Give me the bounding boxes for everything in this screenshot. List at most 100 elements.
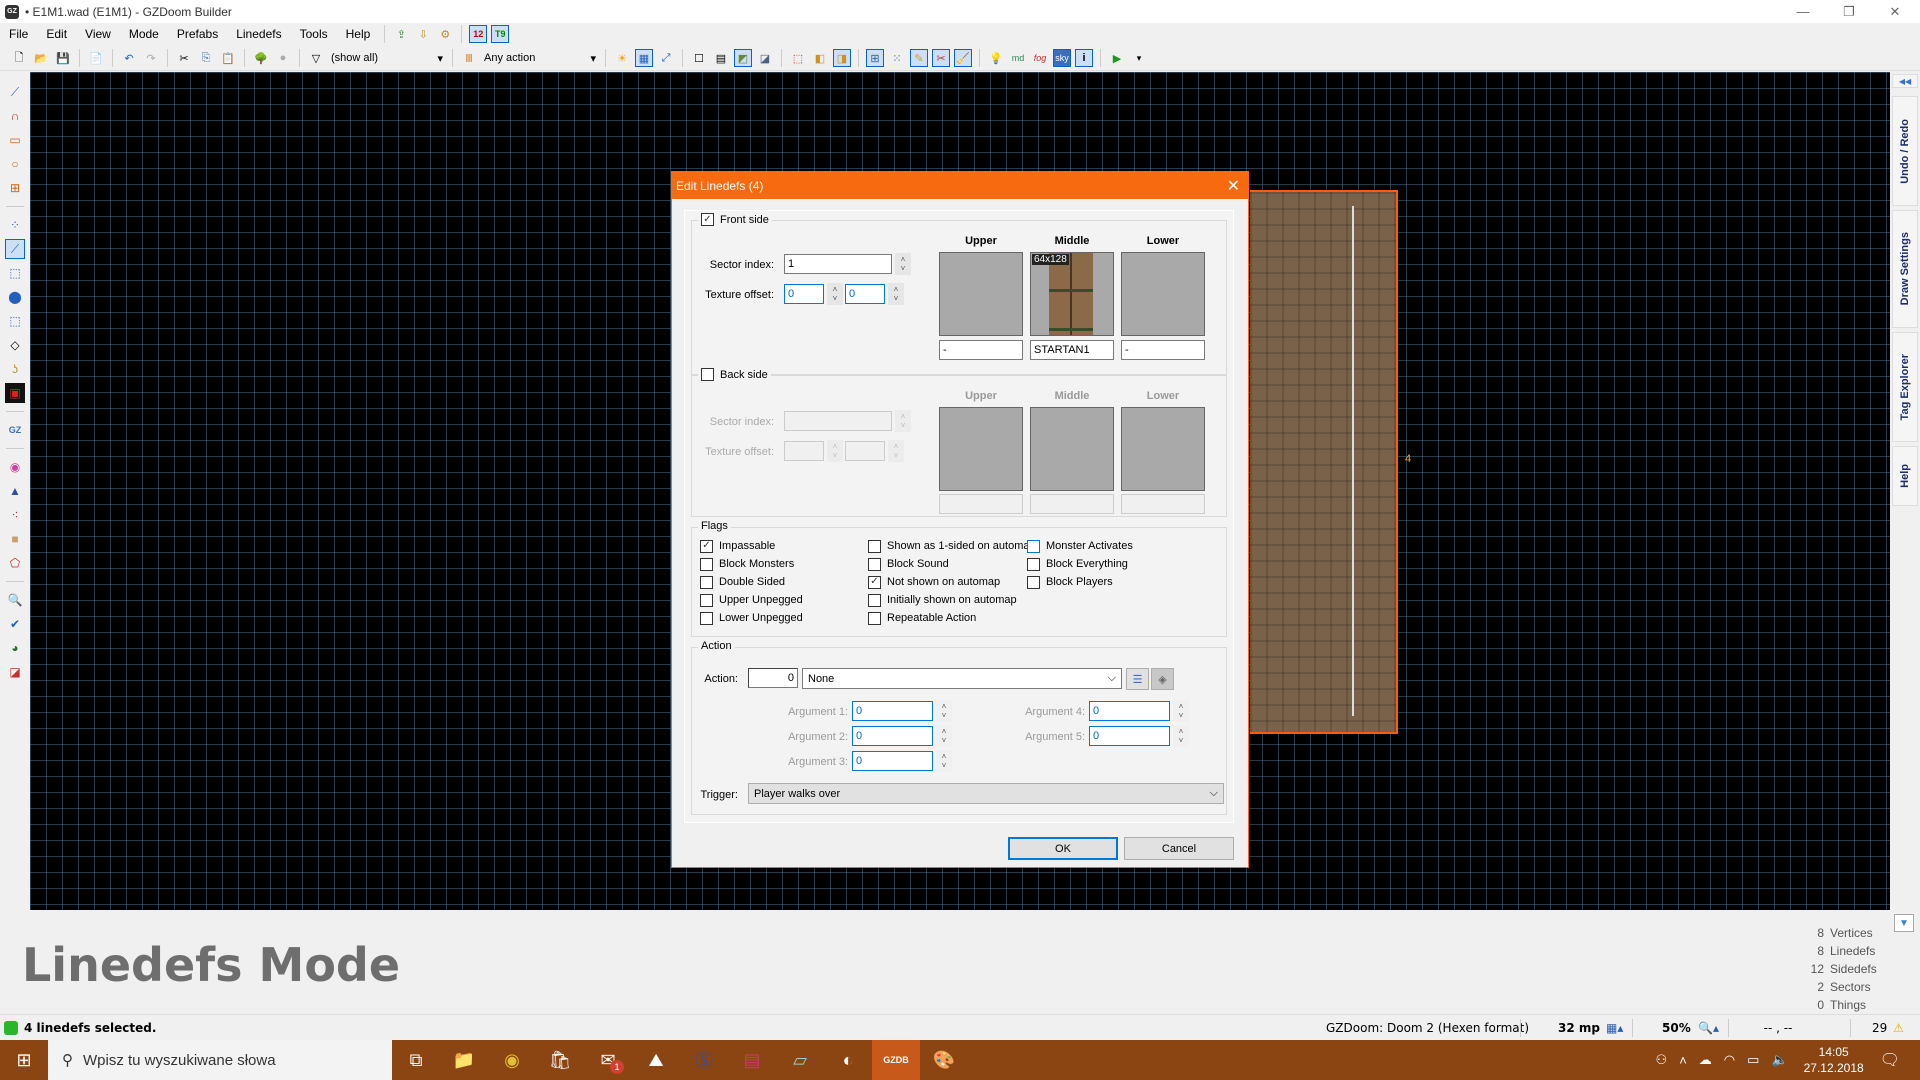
performance-icon[interactable]: ◕ [5, 638, 25, 658]
insert-prefab-icon[interactable]: ⇪ [392, 25, 410, 43]
models-icon[interactable]: md [1009, 49, 1027, 67]
front-offset-x-input[interactable] [784, 284, 824, 304]
sound-environment-icon[interactable]: ◇ [5, 335, 25, 355]
front-lower-texture-name[interactable] [1121, 340, 1205, 360]
trigger-select[interactable]: Player walks over ⌵ [748, 783, 1224, 804]
flag-monster-activates[interactable]: Monster Activates [1027, 538, 1133, 554]
grid-size[interactable]: 32 mp [1558, 1019, 1600, 1037]
merge-geometry-icon[interactable]: ◧ [811, 49, 829, 67]
front-offset-x-spinner[interactable]: ˄ ˅ [827, 283, 843, 305]
color-picker-icon[interactable]: ◉ [5, 457, 25, 477]
flag-checkbox[interactable] [1027, 539, 1040, 553]
front-lower-texture[interactable] [1121, 252, 1205, 336]
brightness-icon[interactable]: ☀ [613, 49, 631, 67]
task-view-icon[interactable]: ⧉ [392, 1040, 440, 1080]
flag-checkbox[interactable] [1027, 575, 1040, 589]
sound-propagation-icon[interactable]: ✎ [910, 49, 928, 67]
mail-icon[interactable]: ✉ 1 [584, 1040, 632, 1080]
thing-tag-icon[interactable]: T9 [491, 25, 510, 43]
redo-icon[interactable]: ↷ [142, 49, 160, 67]
dialog-close-icon[interactable]: ✕ [1227, 176, 1240, 196]
front-sector-index-spinner[interactable]: ˄ ˅ [895, 253, 911, 275]
paste-icon[interactable]: 📋 [219, 49, 237, 67]
front-side-toggle[interactable]: ✓ Front side [698, 213, 772, 226]
tab-help[interactable]: Help [1892, 446, 1918, 506]
flag-checkbox[interactable] [868, 593, 881, 607]
close-window-button[interactable]: ✕ [1872, 0, 1918, 23]
flag-checkbox[interactable] [700, 611, 713, 625]
argument-5-input[interactable] [1089, 726, 1170, 746]
flag-impassable[interactable]: ✓ Impassable [700, 538, 775, 554]
argument-2-spinner[interactable]: ˄ ˅ [936, 725, 952, 747]
front-upper-texture[interactable] [939, 252, 1023, 336]
sound-propagation-mode-icon[interactable]: ʖ [5, 359, 25, 379]
sector-square-icon[interactable]: ■ [5, 529, 25, 549]
front-offset-y-input[interactable] [845, 284, 885, 304]
menu-view[interactable]: View [76, 23, 120, 45]
flag-block-monsters[interactable]: Block Monsters [700, 556, 794, 572]
make-sectors-icon[interactable]: ⬚ [5, 311, 25, 331]
argument-4-spinner[interactable]: ˄ ˅ [1173, 700, 1189, 722]
draw-grid-icon[interactable]: ⊞ [5, 178, 25, 198]
flag-repeatable-action[interactable]: Repeatable Action [868, 610, 976, 626]
argument-2-input[interactable] [852, 726, 933, 746]
front-middle-texture[interactable]: 64x128 [1030, 252, 1114, 336]
action-number-input[interactable] [748, 668, 798, 688]
chevron-down-icon[interactable]: ▾ [1130, 49, 1148, 67]
select-icon[interactable]: ⬚ [789, 49, 807, 67]
fog-icon[interactable]: fog [1031, 49, 1049, 67]
argument-1-spinner[interactable]: ˄ ˅ [936, 700, 952, 722]
flag-lower-unpegged[interactable]: Lower Unpegged [700, 610, 803, 626]
flag-checkbox[interactable] [700, 575, 713, 589]
action-center-icon[interactable]: 🗨 [1880, 1050, 1900, 1070]
grid-layout-icon[interactable]: ⁙ [888, 49, 906, 67]
menu-mode[interactable]: Mode [120, 23, 168, 45]
flag-not-shown-on-automap[interactable]: ✓ Not shown on automap [868, 574, 1000, 590]
argument-3-input[interactable] [852, 751, 933, 771]
tab-draw-settings[interactable]: Draw Settings [1892, 210, 1918, 328]
open-map-icon[interactable]: 📂 [32, 49, 50, 67]
dialog-title-bar[interactable]: Edit Linedefs (4) ✕ [672, 172, 1248, 199]
menu-edit[interactable]: Edit [37, 23, 76, 45]
minimize-button[interactable]: — [1780, 0, 1826, 23]
menu-tools[interactable]: Tools [291, 23, 337, 45]
draw-rectangle-icon[interactable]: ▭ [5, 130, 25, 150]
people-icon[interactable]: ⚇ [1656, 1052, 1668, 1068]
things-filter-icon[interactable]: 🌳 [252, 49, 270, 67]
flag-upper-unpegged[interactable]: Upper Unpegged [700, 592, 803, 608]
map-options-icon[interactable]: 📄 [87, 49, 105, 67]
insert-previous-prefab-icon[interactable]: ⇩ [414, 25, 432, 43]
view-normal-icon[interactable]: ☐ [690, 49, 708, 67]
view-brightness-icon[interactable]: ▤ [712, 49, 730, 67]
dynamic-lights-icon[interactable]: 💡 [987, 49, 1005, 67]
snap-icon[interactable]: ⤢ [657, 49, 675, 67]
cancel-button[interactable]: Cancel [1124, 837, 1234, 860]
front-side-checkbox[interactable]: ✓ [701, 213, 714, 226]
warnings-count[interactable]: 29 [1872, 1019, 1887, 1037]
draw-ellipse-icon[interactable]: ○ [5, 154, 25, 174]
slade-icon[interactable]: Ⓢ [680, 1040, 728, 1080]
event-lines-icon[interactable]: i [1075, 49, 1093, 67]
onedrive-icon[interactable]: ☁ [1699, 1052, 1712, 1068]
draw-lines-icon[interactable]: ⟋ [5, 82, 25, 102]
battery-icon[interactable]: ▭ [1747, 1052, 1759, 1068]
flag-checkbox[interactable] [868, 611, 881, 625]
flag-checkbox[interactable] [700, 557, 713, 571]
linedefs-mode-icon[interactable]: ⟋ [5, 239, 25, 259]
flag-shown-as-1-sided-on-automap[interactable]: Shown as 1-sided on automap [868, 538, 1036, 554]
action-select[interactable]: None ⌵ [802, 668, 1122, 689]
volume-icon[interactable]: 🔈 [1771, 1052, 1787, 1068]
front-middle-texture-name[interactable] [1030, 340, 1114, 360]
action-help-button[interactable]: ◈ [1151, 668, 1174, 690]
menu-linedefs[interactable]: Linedefs [227, 23, 290, 45]
front-upper-texture-name[interactable] [939, 340, 1023, 360]
draw-curve-icon[interactable]: ∩ [5, 106, 25, 126]
flag-checkbox[interactable] [868, 557, 881, 571]
3d-floor-mode-icon[interactable]: ▣ [5, 383, 25, 403]
menu-help[interactable]: Help [337, 23, 380, 45]
terrain-icon[interactable]: ▲ [5, 481, 25, 501]
linedef[interactable] [1352, 206, 1354, 716]
view-ceilings-icon[interactable]: ◪ [756, 49, 774, 67]
cut-tool-icon[interactable]: ✂ [932, 49, 950, 67]
flag-double-sided[interactable]: Double Sided [700, 574, 785, 590]
